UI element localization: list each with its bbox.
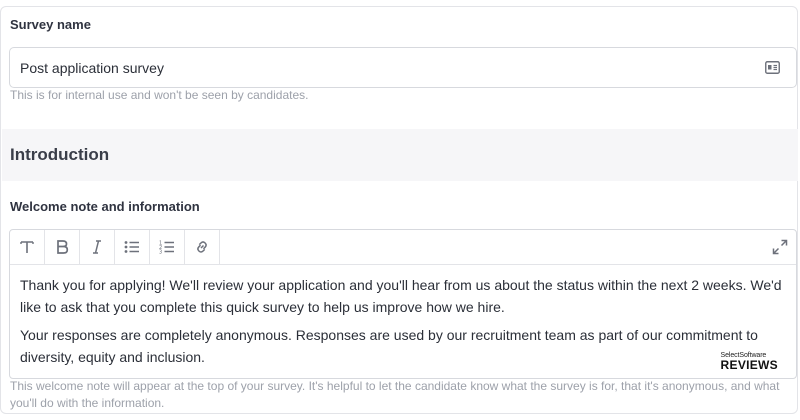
watermark-bottom-text: REVIEWS bbox=[720, 358, 778, 372]
survey-name-field[interactable] bbox=[9, 47, 797, 88]
link-icon bbox=[194, 239, 210, 255]
survey-name-input[interactable] bbox=[20, 48, 740, 87]
text-style-icon bbox=[19, 239, 35, 255]
editor-toolbar: 1 2 3 bbox=[10, 230, 796, 265]
svg-text:3: 3 bbox=[159, 250, 162, 255]
survey-name-help: This is for internal use and won't be se… bbox=[10, 88, 309, 102]
welcome-note-label: Welcome note and information bbox=[10, 199, 200, 214]
link-button[interactable] bbox=[185, 230, 220, 264]
welcome-paragraph-2: Your responses are completely anonymous.… bbox=[20, 327, 758, 365]
survey-name-label: Survey name bbox=[10, 17, 91, 32]
numbered-list-icon: 1 2 3 bbox=[159, 240, 175, 254]
welcome-note-help: This welcome note will appear at the top… bbox=[10, 379, 780, 410]
welcome-paragraph-1: Thank you for applying! We'll review you… bbox=[20, 277, 782, 315]
bullet-list-icon bbox=[124, 240, 140, 254]
expand-icon[interactable] bbox=[772, 239, 788, 255]
welcome-note-editor[interactable]: 1 2 3 Thank you for applying! We'll revi… bbox=[9, 229, 797, 379]
section-title: Introduction bbox=[10, 145, 110, 164]
text-style-button[interactable] bbox=[10, 230, 45, 264]
italic-icon bbox=[90, 239, 104, 255]
italic-button[interactable] bbox=[80, 230, 115, 264]
editor-content[interactable]: Thank you for applying! We'll review you… bbox=[20, 274, 785, 374]
numbered-list-button[interactable]: 1 2 3 bbox=[150, 230, 185, 264]
survey-settings-card: Survey name This is for internal use and… bbox=[0, 6, 798, 414]
selectsoftware-reviews-watermark: SelectSoftware REVIEWS bbox=[721, 352, 778, 371]
bold-button[interactable] bbox=[45, 230, 80, 264]
bullet-list-button[interactable] bbox=[115, 230, 150, 264]
id-card-icon bbox=[765, 61, 780, 74]
bold-icon bbox=[55, 239, 69, 255]
introduction-section-header: Introduction bbox=[2, 129, 798, 181]
